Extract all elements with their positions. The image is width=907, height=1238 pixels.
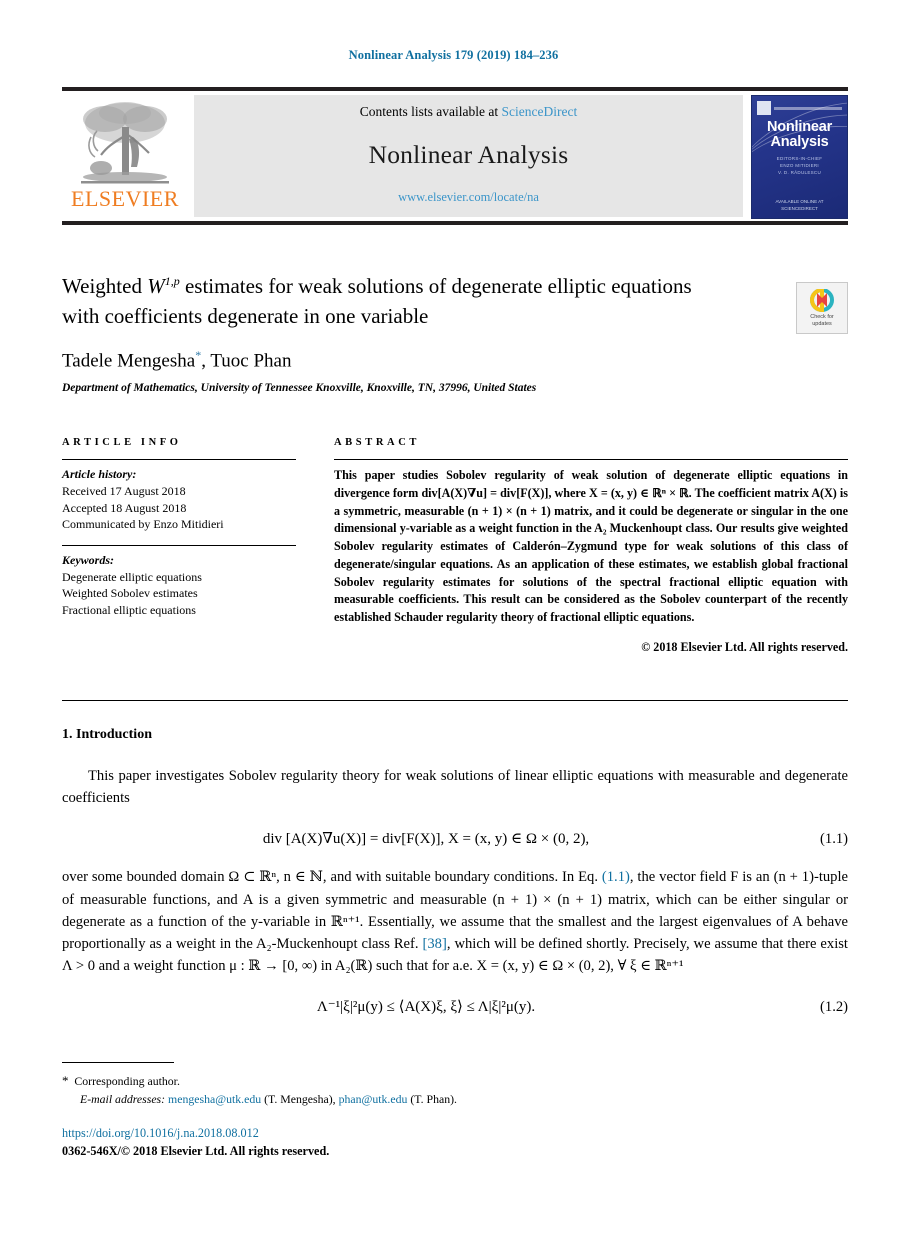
email-owner-phan: (T. Phan). <box>410 1091 458 1106</box>
article-info-rule-1 <box>62 459 296 460</box>
elsevier-logo: ELSEVIER <box>62 95 188 217</box>
author-1: Tadele Mengesha <box>62 350 196 372</box>
article-body: 1. Introduction This paper investigates … <box>62 700 848 1034</box>
issn-copyright-line: 0362-546X/© 2018 Elsevier Ltd. All right… <box>62 1144 330 1159</box>
email-link-phan[interactable]: phan@utk.edu <box>339 1092 408 1106</box>
article-history-accepted: Accepted 18 August 2018 <box>62 500 187 515</box>
article-info-column: ARTICLE INFO Article history: Received 1… <box>62 437 296 655</box>
crossmark-label-line1: Check for <box>810 314 834 321</box>
keyword-item: Fractional elliptic equations <box>62 602 196 617</box>
email-addresses-note: E-mail addresses: mengesha@utk.edu (T. M… <box>62 1091 848 1109</box>
paper-page: Nonlinear Analysis 179 (2019) 184–236 EL… <box>0 0 907 1238</box>
equation-1-row: div [A(X)∇u(X)] = div[F(X)], X = (x, y) … <box>62 829 848 848</box>
footnote-star-marker: * <box>62 1073 69 1088</box>
article-info-rule-2 <box>62 544 296 546</box>
journal-cover-thumbnail: Nonlinear Analysis EDITORS-IN-CHIEF ENZO… <box>751 95 848 219</box>
contents-prefix-text: Contents lists available at <box>359 104 502 119</box>
info-abstract-row: ARTICLE INFO Article history: Received 1… <box>62 437 848 655</box>
keywords-heading: Keywords: <box>62 552 114 567</box>
cover-bottom-line1: AVAILABLE ONLINE AT <box>775 198 824 204</box>
abstract-copyright: © 2018 Elsevier Ltd. All rights reserved… <box>641 639 848 654</box>
email-addresses-label: E-mail addresses: <box>80 1091 166 1106</box>
cover-elsevier-icon <box>757 101 771 115</box>
masthead-top-rule <box>62 87 848 91</box>
doi-link-suffix[interactable]: 10.1016/j.na.2018.08.012 <box>134 1126 259 1140</box>
affiliation: Department of Mathematics, University of… <box>62 382 537 394</box>
author-2: , Tuoc Phan <box>201 350 292 372</box>
body-top-rule <box>62 700 848 701</box>
page-title: Weighted W1,p estimates for weak solutio… <box>62 272 722 332</box>
keyword-item: Weighted Sobolev estimates <box>62 586 198 601</box>
section-heading-introduction: 1. Introduction <box>62 727 152 742</box>
doi-line: https://doi.org/10.1016/j.na.2018.08.012 <box>62 1124 848 1142</box>
journal-homepage-link[interactable]: www.elsevier.com/locate/na <box>398 190 539 205</box>
abstract-text: This paper studies Sobolev regularity of… <box>334 468 848 625</box>
intro-p2-part-a: over some bounded domain Ω ⊂ ℝⁿ, n ∈ ℕ, … <box>62 869 602 886</box>
doi-block: https://doi.org/10.1016/j.na.2018.08.012… <box>62 1124 848 1161</box>
crossmark-badge[interactable]: Check for updates <box>796 282 848 334</box>
title-math-symbol: W <box>147 274 165 298</box>
elsevier-wordmark: ELSEVIER <box>71 186 179 211</box>
crossmark-label: Check for updates <box>810 314 834 327</box>
corresponding-author-text: Corresponding author. <box>74 1074 180 1088</box>
contents-available-line: Contents lists available at ScienceDirec… <box>360 104 577 120</box>
elsevier-tree-icon <box>81 102 169 184</box>
equation-2-row: Λ⁻¹|ξ|²μ(y) ≤ ⟨A(X)ξ, ξ⟩ ≤ Λ|ξ|²μ(y). (1… <box>62 997 848 1016</box>
masthead-center-band: Contents lists available at ScienceDirec… <box>194 95 743 217</box>
running-head: Nonlinear Analysis 179 (2019) 184–236 <box>348 48 559 62</box>
journal-title: Nonlinear Analysis <box>368 140 569 169</box>
footnote-rule <box>62 1062 174 1063</box>
title-post-text: estimates for weak solutions of degenera… <box>179 274 606 298</box>
title-block: Weighted W1,p estimates for weak solutio… <box>62 272 848 334</box>
journal-masthead: ELSEVIER Contents lists available at Sci… <box>62 87 848 225</box>
citation-ref-link[interactable]: [38] <box>423 936 447 952</box>
equation-2-body: Λ⁻¹|ξ|²μ(y) ≤ ⟨A(X)ξ, ξ⟩ ≤ Λ|ξ|²μ(y). <box>316 999 536 1016</box>
email-owner-mengesha: (T. Mengesha), <box>264 1091 336 1106</box>
article-history-heading: Article history: <box>62 467 137 481</box>
article-history-communicated: Communicated by Enzo Mitidieri <box>62 517 224 532</box>
masthead-bottom-rule <box>62 221 848 225</box>
crossmark-icon <box>809 289 834 313</box>
equation-2-number: (1.2) <box>820 999 848 1016</box>
author-list: Tadele Mengesha*, Tuoc Phan <box>62 348 848 372</box>
equation-ref-link[interactable]: (1.1) <box>602 869 630 885</box>
abstract-column: ABSTRACT This paper studies Sobolev regu… <box>296 437 848 655</box>
equation-1-body: div [A(X)∇u(X)] = div[F(X)], X = (x, y) … <box>262 831 590 848</box>
article-info-heading: ARTICLE INFO <box>62 437 182 448</box>
footnote-block: * Corresponding author. E-mail addresses… <box>62 1062 848 1108</box>
abstract-heading: ABSTRACT <box>334 437 420 448</box>
keyword-item: Degenerate elliptic equations <box>62 569 202 584</box>
sciencedirect-link[interactable]: ScienceDirect <box>502 104 578 119</box>
crossmark-label-line2: updates <box>812 320 832 327</box>
intro-paragraph-2: over some bounded domain Ω ⊂ ℝⁿ, n ∈ ℕ, … <box>62 866 848 977</box>
article-history-received: Received 17 August 2018 <box>62 484 186 498</box>
abstract-rule <box>334 459 848 460</box>
email-link-mengesha[interactable]: mengesha@utk.edu <box>168 1092 261 1106</box>
title-math-superscript: 1,p <box>164 274 180 288</box>
equation-1-number: (1.1) <box>820 831 848 848</box>
title-pre-text: Weighted <box>62 274 148 298</box>
cover-bottom-text: AVAILABLE ONLINE AT SCIENCEDIRECT <box>752 198 847 212</box>
intro-paragraph-1: This paper investigates Sobolev regulari… <box>62 768 848 807</box>
corresponding-author-note: * Corresponding author. <box>62 1071 848 1091</box>
doi-link-prefix[interactable]: https://doi.org/ <box>62 1126 134 1140</box>
cover-bottom-line2: SCIENCEDIRECT <box>781 205 818 211</box>
